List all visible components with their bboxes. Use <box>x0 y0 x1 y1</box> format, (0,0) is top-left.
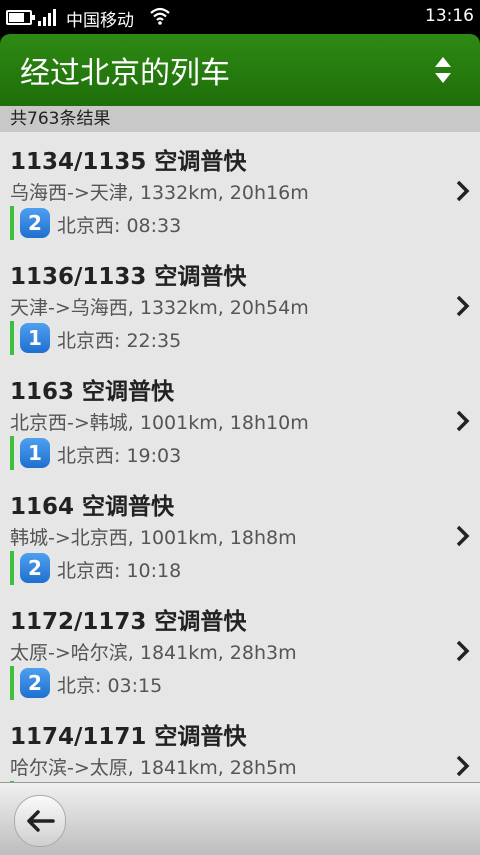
stop-time: 北京: 03:15 <box>57 675 163 697</box>
chevron-right-icon[interactable] <box>456 410 470 432</box>
stop-info: 2 北京: 03:15 <box>10 666 410 700</box>
stop-indicator-bar <box>10 321 14 355</box>
battery-icon <box>6 10 35 25</box>
train-title: 1172/1173 空调普快 <box>10 609 247 635</box>
chevron-right-icon[interactable] <box>456 180 470 202</box>
sort-up-down-icon[interactable] <box>434 56 452 84</box>
result-count: 共763条结果 <box>0 106 480 132</box>
stop-info: 2 北京西: 10:18 <box>10 551 410 585</box>
stop-time: 北京西: 08:33 <box>57 215 182 237</box>
train-route: 北京西->韩城, 1001km, 18h10m <box>10 412 309 434</box>
status-bar: 中国移动 13:16 <box>0 0 480 34</box>
chevron-right-icon[interactable] <box>456 295 470 317</box>
list-item[interactable]: 1134/1135 空调普快 乌海西->天津, 1332km, 20h16m 2… <box>0 132 480 247</box>
train-title: 1163 空调普快 <box>10 379 175 405</box>
stop-indicator-bar <box>10 551 14 585</box>
station-badge: 2 <box>20 668 50 698</box>
stop-indicator-bar <box>10 206 14 240</box>
stop-indicator-bar <box>10 436 14 470</box>
back-arrow-icon <box>27 810 55 832</box>
back-button[interactable] <box>14 795 66 847</box>
carrier-name: 中国移动 <box>66 11 134 31</box>
train-list[interactable]: 1134/1135 空调普快 乌海西->天津, 1332km, 20h16m 2… <box>0 132 480 782</box>
bottom-toolbar <box>0 782 480 855</box>
clock: 13:16 <box>425 6 474 26</box>
stop-time: 北京西: 10:18 <box>57 560 182 582</box>
train-title: 1134/1135 空调普快 <box>10 149 247 175</box>
chevron-right-icon[interactable] <box>456 640 470 662</box>
chevron-right-icon[interactable] <box>456 525 470 547</box>
chevron-right-icon[interactable] <box>456 755 470 777</box>
stop-info: 2 北京西: 08:33 <box>10 206 410 240</box>
list-item[interactable]: 1163 空调普快 北京西->韩城, 1001km, 18h10m 1 北京西:… <box>0 362 480 477</box>
train-title: 1174/1171 空调普快 <box>10 724 247 750</box>
header-bar: 经过北京的列车 <box>0 34 480 106</box>
list-item[interactable]: 1174/1171 空调普快 哈尔滨->太原, 1841km, 28h5m <box>0 707 480 782</box>
list-item[interactable]: 1164 空调普快 韩城->北京西, 1001km, 18h8m 2 北京西: … <box>0 477 480 592</box>
list-item[interactable]: 1172/1173 空调普快 太原->哈尔滨, 1841km, 28h3m 2 … <box>0 592 480 707</box>
train-route: 韩城->北京西, 1001km, 18h8m <box>10 527 297 549</box>
station-badge: 2 <box>20 208 50 238</box>
train-route: 乌海西->天津, 1332km, 20h16m <box>10 182 309 204</box>
train-route: 哈尔滨->太原, 1841km, 28h5m <box>10 757 297 779</box>
station-badge: 1 <box>20 438 50 468</box>
list-item[interactable]: 1136/1133 空调普快 天津->乌海西, 1332km, 20h54m 1… <box>0 247 480 362</box>
station-badge: 1 <box>20 323 50 353</box>
stop-indicator-bar <box>10 666 14 700</box>
stop-info: 1 北京西: 19:03 <box>10 436 410 470</box>
train-route: 天津->乌海西, 1332km, 20h54m <box>10 297 309 319</box>
train-title: 1164 空调普快 <box>10 494 175 520</box>
station-badge: 2 <box>20 553 50 583</box>
train-route: 太原->哈尔滨, 1841km, 28h3m <box>10 642 297 664</box>
wifi-icon <box>150 7 170 25</box>
train-title: 1136/1133 空调普快 <box>10 264 247 290</box>
page-title: 经过北京的列车 <box>20 56 230 91</box>
signal-icon <box>38 8 60 26</box>
stop-info: 1 北京西: 22:35 <box>10 321 410 355</box>
stop-time: 北京西: 22:35 <box>57 330 182 352</box>
stop-time: 北京西: 19:03 <box>57 445 182 467</box>
